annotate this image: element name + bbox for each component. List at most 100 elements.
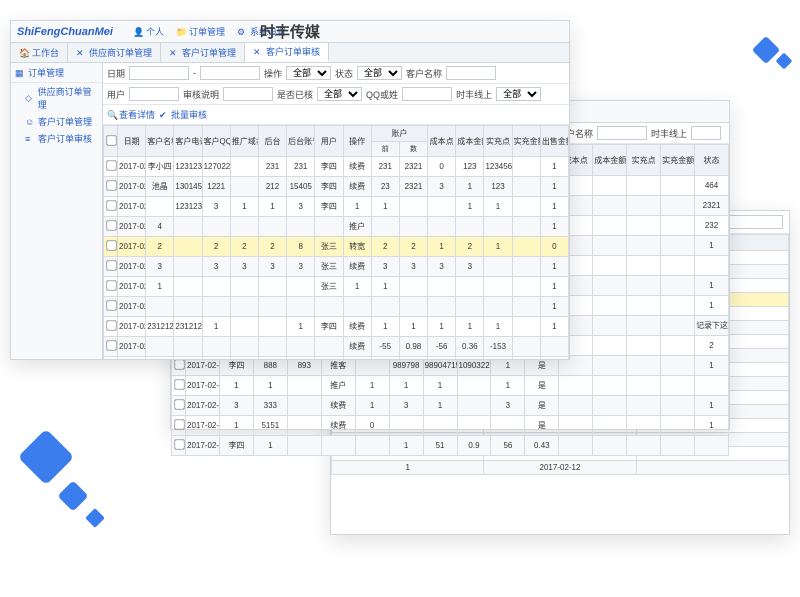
sidebar: ▦订单管理 ◇供应商订单管理 ☺客户订单管理 ≡客户订单审核 [11, 63, 103, 359]
row-checkbox[interactable] [106, 200, 116, 210]
table-row[interactable]: 2017-02-131张三111 [104, 277, 569, 297]
table-row[interactable]: 2017-02-14李小四123123153131270222039231231… [104, 157, 569, 177]
table-row[interactable]: 12017-02-12 [332, 461, 789, 475]
label-operate: 操作 [264, 67, 282, 80]
input-auditmemo[interactable] [223, 87, 273, 101]
table-row[interactable]: 2017-02-10续费-550.98-560.36-153 [104, 337, 569, 357]
table-row[interactable]: 2017-02-14234234123212313234234234000456… [104, 357, 569, 360]
table-row[interactable]: 2017-02-14池晶13014513327122121215405李四续费2… [104, 177, 569, 197]
row-checkbox[interactable] [174, 399, 184, 409]
col-realcost[interactable]: 实充金额 [512, 126, 540, 157]
col-sale[interactable]: 出售金额 [540, 126, 568, 157]
user-icon: 👤 [133, 27, 143, 37]
checkbox-all[interactable] [106, 135, 116, 145]
close-icon[interactable]: ✕ [253, 47, 263, 57]
table-row[interactable]: 2017-02-28李四11510.9560.43 [172, 436, 729, 456]
brand-logo: ShiFengChuanMei [17, 26, 113, 38]
row-checkbox[interactable] [106, 180, 116, 190]
col-date[interactable]: 日期 [118, 126, 146, 157]
menu-personal[interactable]: 👤个人 [133, 25, 164, 38]
tab-workbench[interactable]: 🏠工作台 [11, 43, 68, 62]
sidebar-header[interactable]: ▦订单管理 [11, 63, 102, 83]
tab-supplier-order[interactable]: ✕供应商订单管理 [68, 43, 161, 62]
row-checkbox[interactable] [174, 379, 184, 389]
close-icon[interactable]: ✕ [76, 48, 86, 58]
sidebar-item-supplier[interactable]: ◇供应商订单管理 [11, 83, 102, 113]
sidebar-item-audit[interactable]: ≡客户订单审核 [11, 130, 102, 147]
col-qq[interactable]: 客户QQ [202, 126, 230, 157]
table-row[interactable]: 2017-02-131 [104, 297, 569, 317]
row-checkbox[interactable] [106, 340, 116, 350]
input-qq[interactable] [402, 87, 452, 101]
input-date[interactable] [129, 66, 189, 80]
row-checkbox[interactable] [106, 280, 116, 290]
row-checkbox[interactable] [106, 320, 116, 330]
row-checkbox[interactable] [106, 220, 116, 230]
tabs: 🏠工作台 ✕供应商订单管理 ✕客户订单管理 ✕客户订单审核 [11, 43, 569, 63]
order-table: 日期 客户名称 客户电话 客户QQ 推广域名 后台 后台账号 用户 操作 账户 … [103, 125, 569, 359]
col-op[interactable]: 操作 [343, 126, 371, 157]
folder-icon: 📁 [176, 27, 186, 37]
filter-row-1: 日期 - 操作 全部 状态 全部 客户名称 [103, 63, 569, 84]
col-acct[interactable]: 账户 [371, 126, 427, 142]
btn-batch-audit[interactable]: ✔批量审核 [159, 108, 207, 121]
col-promo[interactable]: 推广域名 [230, 126, 258, 157]
label-sf: 时丰线上 [651, 127, 687, 140]
layers-icon: ▦ [15, 68, 25, 78]
face-icon: ☺ [25, 117, 35, 127]
col-user[interactable]: 用户 [315, 126, 343, 157]
col-acct-num[interactable]: 数 [399, 142, 427, 157]
col-realrate[interactable]: 实充点 [484, 126, 512, 157]
col-cust[interactable]: 客户名称 [146, 126, 174, 157]
tab-customer-audit[interactable]: ✕客户订单审核 [245, 43, 329, 62]
row-checkbox[interactable] [174, 359, 184, 369]
menu-order-mgmt[interactable]: 📁订单管理 [176, 25, 225, 38]
filter-row-2: 用户 审核说明 是否已核 全部 QQ或姓 时丰线上 全部 [103, 84, 569, 105]
col-cost[interactable]: 成本金额 [456, 126, 484, 157]
select-sfline[interactable]: 全部 [496, 87, 541, 101]
table-row[interactable]: 2017-02-141231233113李四11111 [104, 197, 569, 217]
col-cost[interactable]: 成本金额 [593, 145, 627, 176]
col-realcost[interactable]: 实充金额 [661, 145, 695, 176]
table-row[interactable]: 2017-02-1023121231223121231311李四续费111111 [104, 317, 569, 337]
select-cost-checked[interactable]: 全部 [317, 87, 362, 101]
label-qq: QQ或姓 [366, 88, 398, 101]
input-date-end[interactable] [200, 66, 260, 80]
row-checkbox[interactable] [106, 240, 116, 250]
table-row[interactable]: 2017-02-0311推户1111是 [172, 376, 729, 396]
tab-customer-order[interactable]: ✕客户订单管理 [161, 43, 245, 62]
col-state[interactable]: 状态 [695, 145, 729, 176]
action-row: 🔍查看详情 ✔批量审核 [103, 105, 569, 125]
sidebar-item-customer[interactable]: ☺客户订单管理 [11, 113, 102, 130]
col-acct-before[interactable]: 前 [371, 142, 399, 157]
row-checkbox[interactable] [174, 439, 184, 449]
row-checkbox[interactable] [174, 419, 184, 429]
label-sfline: 时丰线上 [456, 88, 492, 101]
close-icon[interactable]: ✕ [169, 48, 179, 58]
table-row[interactable]: 2017-02-1415151续费0是1 [172, 416, 729, 436]
label-cost-checked: 是否已核 [277, 88, 313, 101]
select-operate[interactable]: 全部 [286, 66, 331, 80]
table-row[interactable]: 2017-02-1533333张三续费33331 [104, 257, 569, 277]
col-phone[interactable]: 客户电话 [174, 126, 202, 157]
select-status[interactable]: 全部 [357, 66, 402, 80]
row-checkbox[interactable] [106, 260, 116, 270]
col-platacct[interactable]: 后台账号 [287, 126, 315, 157]
label-auditmemo: 审核说明 [183, 88, 219, 101]
input-sf[interactable] [691, 126, 721, 140]
col-rate[interactable]: 成本点 [428, 126, 456, 157]
table-row[interactable]: 2017-02-104推户1 [104, 217, 569, 237]
col-platform[interactable]: 后台 [258, 126, 286, 157]
btn-view-detail[interactable]: 🔍查看详情 [107, 108, 155, 121]
input-cust[interactable] [597, 126, 647, 140]
table-row[interactable]: 2017-02-133333续费1313是1 [172, 396, 729, 416]
row-checkbox[interactable] [106, 300, 116, 310]
table-row[interactable]: 2017-02-1322228张三转宽221210 [104, 237, 569, 257]
table-wrap[interactable]: 日期 客户名称 客户电话 客户QQ 推广域名 后台 后台账号 用户 操作 账户 … [103, 125, 569, 359]
list-icon: ≡ [25, 134, 35, 144]
menubar: ShiFengChuanMei 👤个人 📁订单管理 ⚙系统设置 时丰传媒 [11, 21, 569, 43]
input-user[interactable] [129, 87, 179, 101]
input-cust-name[interactable] [446, 66, 496, 80]
row-checkbox[interactable] [106, 160, 116, 170]
col-realrate[interactable]: 实充点 [627, 145, 661, 176]
